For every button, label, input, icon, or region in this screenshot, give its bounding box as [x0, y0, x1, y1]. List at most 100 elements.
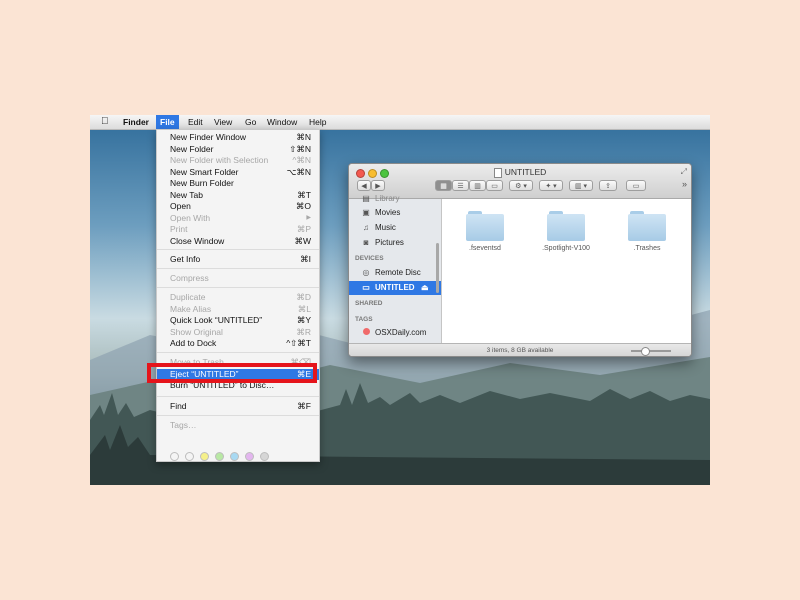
menu-item-new-tab[interactable]: New Tab ⌘T	[157, 190, 319, 201]
menu-item-quick-look[interactable]: Quick Look “UNTITLED” ⌘Y	[157, 315, 319, 326]
action-menu-button[interactable]: ⚙ ▾	[509, 180, 533, 191]
tag-color-purple-icon[interactable]	[245, 452, 254, 461]
slider-knob[interactable]	[641, 347, 650, 356]
menu-item-shortcut: ⌘I	[300, 254, 311, 264]
forward-button[interactable]: ▶	[371, 180, 385, 191]
camera-icon: ◙	[363, 238, 369, 247]
menu-item-shortcut: ⌘D	[296, 292, 311, 302]
dropbox-button[interactable]: ✦ ▾	[539, 180, 563, 191]
menu-file[interactable]: File	[156, 115, 179, 129]
menu-item-shortcut: ⌘Y	[296, 315, 311, 325]
menu-edit[interactable]: Edit	[184, 115, 207, 129]
tag-color-green-icon[interactable]	[215, 452, 224, 461]
sidebar-item-music[interactable]: ♫ Music	[349, 221, 441, 235]
icon-size-slider[interactable]	[631, 347, 671, 356]
sidebar-item-label: UNTITLED	[375, 283, 415, 292]
menu-item-shortcut: ⌘F	[297, 401, 311, 411]
file-name: .Spotlight-V100	[542, 245, 590, 252]
arrange-button[interactable]: ▥ ▾	[569, 180, 593, 191]
folder-icon	[628, 211, 666, 241]
icon-view-button[interactable]: ▦	[435, 180, 452, 191]
menu-item-get-info[interactable]: Get Info ⌘I	[157, 254, 319, 265]
menu-item-label: New Smart Folder	[170, 166, 239, 177]
column-view-button[interactable]: ▥	[469, 180, 486, 191]
menu-item-label: Open	[170, 201, 191, 211]
tag-color-none-icon[interactable]	[170, 452, 179, 461]
menu-item-label: Make Alias	[170, 303, 212, 314]
menu-go[interactable]: Go	[241, 115, 260, 129]
file-item[interactable]: .Trashes	[612, 211, 682, 252]
back-button[interactable]: ◀	[357, 180, 371, 191]
menu-divider	[157, 287, 319, 288]
menu-item-shortcut: ⌘O	[295, 201, 311, 211]
menu-item-open[interactable]: Open ⌘O	[157, 201, 319, 212]
folder-icon	[547, 211, 585, 241]
sidebar-item-movies[interactable]: ▣ Movies	[349, 206, 441, 220]
status-bar: 3 items, 8 GB available	[349, 343, 691, 356]
menu-item-shortcut: ⌥⌘N	[286, 166, 311, 177]
sidebar-item-pictures[interactable]: ◙ Pictures	[349, 236, 441, 250]
menu-item-shortcut: ⌘P	[296, 224, 311, 234]
sidebar-item-label: Pictures	[375, 238, 404, 247]
tags-button[interactable]: ▭	[626, 180, 646, 191]
share-button[interactable]: ⇪	[599, 180, 617, 191]
menu-item-close-window[interactable]: Close Window ⌘W	[157, 236, 319, 247]
status-text: 3 items, 8 GB available	[486, 347, 554, 354]
menu-finder[interactable]: Finder	[119, 115, 153, 129]
sidebar-item-label: Remote Disc	[375, 268, 421, 277]
file-name: .fseventsd	[469, 245, 501, 252]
sidebar-item-label: Movies	[375, 208, 401, 217]
toolbar-overflow-button[interactable]: »	[682, 179, 687, 189]
drive-icon	[493, 167, 502, 178]
menu-item-new-finder-window[interactable]: New Finder Window ⌘N	[157, 132, 319, 143]
menu-item-add-to-dock[interactable]: Add to Dock ^⇧⌘T	[157, 338, 319, 349]
sidebar-item-untitled[interactable]: ▭ UNTITLED ⏏	[349, 281, 441, 295]
tag-color-blue-icon[interactable]	[230, 452, 239, 461]
tag-color-yellow-icon[interactable]	[200, 452, 209, 461]
menu-item-tags[interactable]: Tags…	[157, 420, 319, 431]
list-view-button[interactable]: ☰	[452, 180, 469, 191]
sidebar-section-shared: SHARED	[355, 300, 383, 307]
file-name: .Trashes	[633, 245, 661, 252]
menu-item-label: Open With	[170, 212, 211, 223]
cover-flow-button[interactable]: ▭	[486, 180, 503, 191]
window-title: UNTITLED	[349, 167, 691, 178]
menu-help[interactable]: Help	[305, 115, 330, 129]
library-icon: ▤	[362, 194, 370, 203]
folder-icon	[466, 211, 504, 241]
menu-item-find[interactable]: Find ⌘F	[157, 401, 319, 412]
menu-item-shortcut: ⇧⌘N	[289, 143, 311, 154]
menu-window[interactable]: Window	[263, 115, 301, 129]
menu-item-label: Duplicate	[170, 292, 206, 302]
menu-item-shortcut: ⌘R	[296, 326, 311, 337]
menu-item-open-with: Open With ▶	[157, 213, 319, 224]
disc-icon: ◎	[362, 268, 370, 277]
menu-item-label: New Burn Folder	[170, 178, 234, 188]
file-item[interactable]: .fseventsd	[450, 211, 520, 252]
menu-item-new-folder[interactable]: New Folder ⇧⌘N	[157, 144, 319, 155]
menu-divider	[157, 352, 319, 353]
menu-item-new-burn-folder[interactable]: New Burn Folder	[157, 178, 319, 189]
menu-view[interactable]: View	[210, 115, 236, 129]
sidebar-section-tags: TAGS	[355, 316, 373, 323]
music-note-icon: ♫	[363, 223, 369, 232]
sidebar-item-remote-disc[interactable]: ◎ Remote Disc	[349, 266, 441, 280]
menu-item-label: New Folder with Selection	[170, 155, 269, 165]
submenu-arrow-icon: ▶	[306, 214, 311, 221]
eject-icon[interactable]: ⏏	[421, 281, 429, 295]
sidebar-item-label: Library	[375, 194, 400, 203]
sidebar-section-devices: DEVICES	[355, 255, 384, 262]
sidebar-item-tag-osxdaily[interactable]: OSXDaily.com	[349, 326, 441, 340]
menu-item-compress: Compress	[157, 273, 319, 284]
file-item[interactable]: .Spotlight-V100	[531, 211, 601, 252]
menu-item-duplicate: Duplicate ⌘D	[157, 292, 319, 303]
sidebar-item-library[interactable]: ▤ Library	[349, 192, 441, 206]
apple-icon[interactable]: 	[97, 115, 113, 129]
menu-item-make-alias: Make Alias ⌘L	[157, 304, 319, 315]
menu-item-label: Find	[170, 401, 187, 411]
fullscreen-icon[interactable]: ⤢	[681, 167, 687, 177]
tag-color-gray-icon[interactable]	[260, 452, 269, 461]
sidebar-scrollbar[interactable]	[436, 243, 439, 293]
tag-color-white-icon[interactable]	[185, 452, 194, 461]
menu-item-new-smart-folder[interactable]: New Smart Folder ⌥⌘N	[157, 167, 319, 178]
